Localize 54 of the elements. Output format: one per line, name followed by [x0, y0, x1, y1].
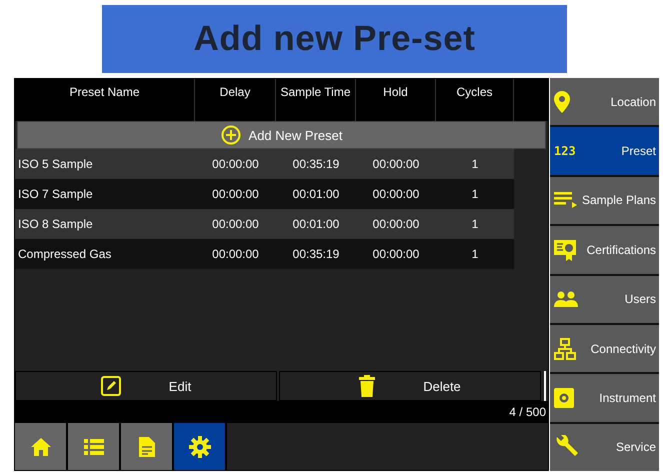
- table-cell-text: ISO 8 Sample: [17, 216, 94, 233]
- table-row[interactable]: ISO 8 Sample 00:00:00 00:01:00 00:00:00 1: [15, 209, 514, 239]
- nav-button[interactable]: [174, 423, 225, 470]
- table-row[interactable]: ISO 7 Sample 00:00:00 00:01:00 00:00:00 1: [15, 179, 514, 209]
- sidebar-item[interactable]: 123 Preset: [550, 127, 659, 175]
- table-cell-text: 1: [470, 186, 480, 203]
- chip-icon: [554, 388, 574, 408]
- page-title: Add new Pre-set: [194, 19, 476, 59]
- table-cell-text: 1: [470, 246, 480, 263]
- table-row[interactable]: ISO 5 Sample 00:00:00 00:35:19 00:00:00 1: [15, 149, 514, 179]
- table-cell-text: 1: [470, 216, 480, 233]
- edit-icon: [100, 376, 121, 396]
- sidebar-item[interactable]: Users: [550, 276, 659, 323]
- edit-button[interactable]: Edit: [15, 371, 277, 401]
- trash-icon: [359, 375, 376, 397]
- table-cell-text: 00:01:00: [292, 216, 340, 233]
- table-cell-text: 00:01:00: [292, 186, 340, 203]
- table-cell-text: ISO 7 Sample: [17, 186, 94, 203]
- home-icon: [30, 438, 50, 456]
- document-icon: [138, 436, 154, 456]
- table-cell-text: Compressed Gas: [17, 246, 112, 263]
- table-cell-text: 00:00:00: [372, 156, 420, 173]
- add-preset-button[interactable]: Add New Preset: [17, 121, 546, 149]
- table-row[interactable]: Compressed Gas 00:00:00 00:35:19 00:00:00 1: [15, 239, 514, 269]
- table-cell-text: 00:00:00: [211, 186, 260, 203]
- table-cell-text: 00:00:00: [372, 216, 420, 233]
- location-pin-icon: [554, 90, 570, 113]
- preset-count: 4 / 500: [509, 405, 546, 419]
- table-cell-text: 00:00:00: [372, 186, 420, 203]
- sidebar-item[interactable]: Location: [550, 78, 659, 126]
- table-cell-text: 00:00:00: [211, 246, 260, 263]
- network-icon: [554, 338, 576, 360]
- sidebar-item[interactable]: Certifications: [550, 226, 659, 274]
- table-cell-text: ISO 5 Sample: [17, 156, 94, 173]
- table-cell-text: 00:00:00: [372, 246, 420, 263]
- nav-button[interactable]: [15, 423, 66, 470]
- table-cell-text: 00:00:00: [211, 156, 260, 173]
- nav-button[interactable]: [121, 423, 172, 470]
- certificate-icon: [554, 238, 576, 261]
- sidebar-item[interactable]: Service: [550, 424, 659, 471]
- sidebar-item[interactable]: Sample Plans: [550, 176, 659, 224]
- users-icon: [554, 291, 578, 308]
- sidebar-item[interactable]: Connectivity: [550, 324, 659, 372]
- table-cell-text: 00:35:19: [292, 156, 340, 173]
- plus-circle-icon: [220, 125, 241, 145]
- number-icon: 123: [554, 144, 576, 158]
- delete-button[interactable]: Delete: [279, 371, 541, 401]
- sidebar-item[interactable]: Instrument: [550, 374, 659, 422]
- nav-button[interactable]: [68, 423, 119, 470]
- table-cell-text: 00:35:19: [292, 246, 340, 263]
- playlist-icon: [554, 192, 578, 208]
- table-cell-text: 00:00:00: [211, 216, 260, 233]
- list-icon: [84, 438, 104, 454]
- table-cell-text: 1: [470, 156, 480, 173]
